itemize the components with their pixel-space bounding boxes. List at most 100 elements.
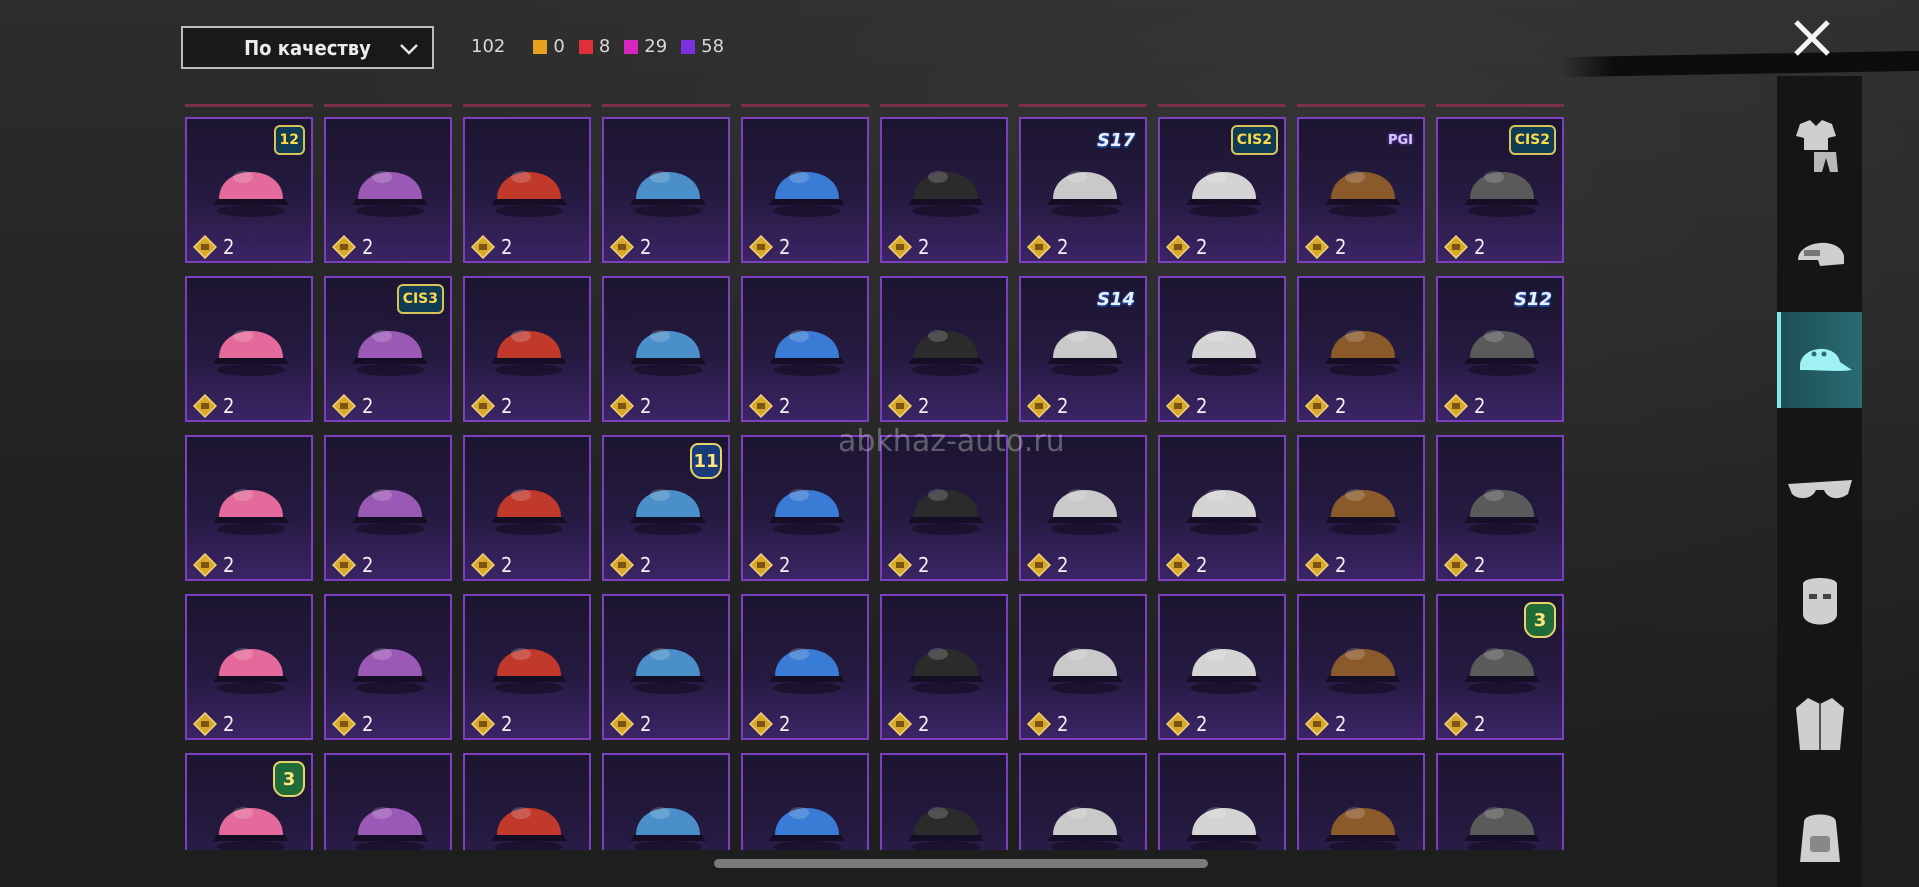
bp-coin-icon <box>749 553 773 577</box>
sort-dropdown[interactable]: По качеству <box>181 26 434 69</box>
item-card[interactable]: 2 <box>324 753 452 850</box>
category-helmet[interactable] <box>1777 206 1862 302</box>
item-badge: 3 <box>273 761 305 797</box>
item-card[interactable]: 2 <box>880 753 1008 850</box>
bp-coin-icon <box>1305 394 1329 418</box>
item-card[interactable]: 2 <box>324 117 452 263</box>
item-card[interactable]: 2 <box>185 594 313 740</box>
item-card[interactable]: 2 <box>1297 276 1425 422</box>
bp-coin-icon <box>888 553 912 577</box>
grey-cap-icon <box>769 330 845 376</box>
item-card[interactable]: 2 11 <box>602 435 730 581</box>
item-card[interactable]: 2 <box>741 276 869 422</box>
item-card[interactable]: 2 <box>463 435 591 581</box>
item-card[interactable]: 2 <box>1158 276 1286 422</box>
item-quantity: 2 <box>1057 235 1069 259</box>
item-card[interactable]: 2 <box>463 753 591 850</box>
item-card[interactable]: 2 <box>463 117 591 263</box>
item-card[interactable]: 2 <box>1297 594 1425 740</box>
pink-cap-back-icon <box>1047 807 1123 850</box>
item-card[interactable]: 2 <box>185 276 313 422</box>
flower-wreath-icon <box>1186 648 1262 694</box>
item-badge: CIS2 <box>1230 125 1278 155</box>
item-card[interactable]: 2 <box>463 594 591 740</box>
item-card[interactable]: 2 <box>602 753 730 850</box>
item-card[interactable]: 2 <box>880 594 1008 740</box>
bp-coin-icon <box>888 235 912 259</box>
item-card[interactable]: 23 <box>185 753 313 850</box>
category-jacket[interactable] <box>1777 676 1862 772</box>
item-quantity: 2 <box>223 394 235 418</box>
item-card[interactable]: 2 12 <box>185 117 313 263</box>
item-card[interactable]: 2 <box>185 435 313 581</box>
rare-count: 58 <box>701 36 725 57</box>
item-card[interactable]: 2 CIS2 <box>1158 117 1286 263</box>
black-cap-icon <box>908 171 984 217</box>
item-badge: CIS2 <box>1508 125 1556 155</box>
item-card[interactable]: 2 <box>880 276 1008 422</box>
category-outfit[interactable] <box>1777 98 1862 194</box>
item-card[interactable]: 2 <box>1019 753 1147 850</box>
category-mask[interactable] <box>1777 556 1862 652</box>
item-card[interactable]: 23 <box>1436 594 1564 740</box>
item-quantity: 2 <box>1474 553 1486 577</box>
head-mirror-icon <box>630 807 706 850</box>
item-quantity: 2 <box>362 712 374 736</box>
item-card[interactable]: 2 <box>1297 753 1425 850</box>
item-card[interactable]: 2 S17 <box>1019 117 1147 263</box>
item-card[interactable]: 2 <box>1158 753 1286 850</box>
item-quantity: 2 <box>918 553 930 577</box>
item-card[interactable]: 2 CIS2 <box>1436 117 1564 263</box>
item-quantity: 2 <box>1474 712 1486 736</box>
stat-rare: 58 <box>681 36 724 57</box>
pink-cap-icon <box>1325 330 1401 376</box>
item-card[interactable]: 2 <box>880 117 1008 263</box>
item-card[interactable]: 2 <box>602 117 730 263</box>
black-beanie-icon <box>213 648 289 694</box>
item-quantity: 2 <box>223 235 235 259</box>
item-card[interactable]: 2 <box>1158 435 1286 581</box>
item-quantity: 2 <box>640 235 652 259</box>
item-card[interactable]: 2 <box>1019 594 1147 740</box>
horizontal-scrollbar[interactable] <box>714 859 1208 868</box>
item-badge: 12 <box>273 125 305 155</box>
item-card[interactable]: 2 PGI <box>1297 117 1425 263</box>
item-card[interactable]: 2 <box>1436 435 1564 581</box>
mask-icon <box>1802 578 1837 625</box>
green-helmet-icon <box>908 330 984 376</box>
item-card[interactable]: 2 <box>602 594 730 740</box>
item-card[interactable]: 2 <box>1158 594 1286 740</box>
category-backpack[interactable] <box>1777 790 1862 886</box>
item-quantity: 2 <box>1196 235 1208 259</box>
item-badge: S12 <box>1513 288 1552 310</box>
bp-coin-icon <box>1166 394 1190 418</box>
close-icon[interactable] <box>1788 14 1836 62</box>
item-card[interactable]: 2 <box>741 753 869 850</box>
item-card[interactable]: 2 <box>463 276 591 422</box>
mythic-color-swatch <box>578 39 593 54</box>
stat-mythic: 8 <box>578 36 610 57</box>
bp-coin-icon <box>471 235 495 259</box>
item-quantity: 2 <box>223 712 235 736</box>
item-quantity: 2 <box>1335 235 1347 259</box>
item-card[interactable]: 2 <box>602 276 730 422</box>
item-quantity: 2 <box>779 712 791 736</box>
item-card[interactable]: 2 <box>324 594 452 740</box>
category-glasses[interactable] <box>1777 442 1862 538</box>
item-card[interactable]: 2 S14 <box>1019 276 1147 422</box>
item-card[interactable]: 2 <box>324 435 452 581</box>
bp-coin-icon <box>610 712 634 736</box>
top-stripe <box>1560 50 1919 78</box>
bp-coin-icon <box>193 235 217 259</box>
item-card[interactable]: 2 <box>741 117 869 263</box>
item-card[interactable]: 2 S12 <box>1436 276 1564 422</box>
item-quantity: 2 <box>1474 394 1486 418</box>
item-card[interactable]: 2 <box>1297 435 1425 581</box>
item-card[interactable]: 2 <box>1436 753 1564 850</box>
item-quantity: 2 <box>501 712 513 736</box>
item-grid: 2 12 2 2 2 2 2 2 S17 2 CIS2 2 PGI 2 CIS2 2 2 CIS3 2 2 2 2 2 S14… <box>180 104 1574 850</box>
item-card[interactable]: 2 CIS3 <box>324 276 452 422</box>
category-hat[interactable] <box>1777 312 1862 408</box>
total-count: 102 <box>471 36 506 57</box>
item-card[interactable]: 2 <box>741 594 869 740</box>
